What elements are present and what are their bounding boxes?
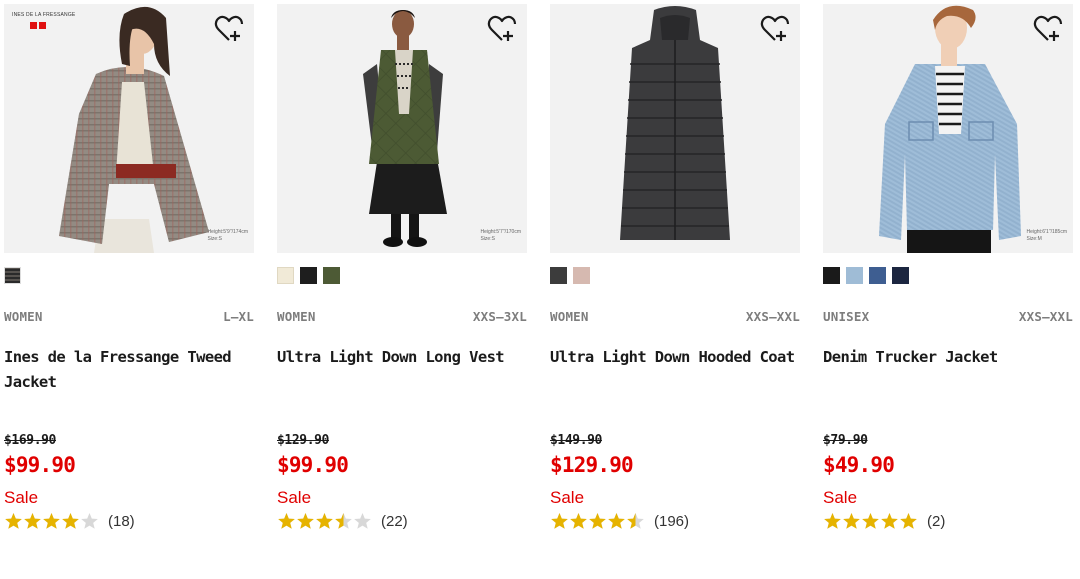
- star-rating: [277, 512, 372, 530]
- review-count: (18): [108, 512, 135, 530]
- product-category: WOMEN: [277, 309, 316, 324]
- product-card[interactable]: Height:5'7"/170cm Size:S WOMEN XXS–3XL U…: [277, 4, 527, 564]
- product-rating[interactable]: (22): [277, 512, 408, 530]
- color-swatch[interactable]: [846, 267, 863, 284]
- star-empty-icon: [81, 513, 98, 529]
- star-full-icon: [551, 513, 568, 529]
- star-rating: [823, 512, 918, 530]
- star-empty-icon: [354, 513, 371, 529]
- original-price: $79.90: [823, 433, 868, 448]
- original-price: $149.90: [550, 433, 602, 448]
- star-full-icon: [316, 513, 333, 529]
- star-full-icon: [608, 513, 625, 529]
- star-full-icon: [589, 513, 606, 529]
- star-full-icon: [278, 513, 295, 529]
- sale-price: $129.90: [550, 453, 634, 477]
- star-full-icon: [862, 513, 879, 529]
- product-category: WOMEN: [550, 309, 589, 324]
- product-name[interactable]: Ultra Light Down Hooded Coat: [550, 345, 800, 370]
- color-swatches: [550, 267, 590, 284]
- star-rating: [4, 512, 99, 530]
- color-swatch[interactable]: [4, 267, 21, 284]
- sale-label: Sale: [4, 488, 39, 507]
- review-count: (196): [654, 512, 690, 530]
- color-swatches: [277, 267, 340, 284]
- original-price: $169.90: [4, 433, 56, 448]
- product-sizes: XXS–XXL: [745, 309, 800, 324]
- heart-plus-icon[interactable]: [487, 14, 517, 44]
- product-name[interactable]: Ines de la Fressange Tweed Jacket: [4, 345, 254, 395]
- star-full-icon: [900, 513, 917, 529]
- star-full-icon: [570, 513, 587, 529]
- star-full-icon: [843, 513, 860, 529]
- product-category: UNISEX: [823, 309, 870, 324]
- review-count: (2): [927, 512, 946, 530]
- product-sizes: XXS–XXL: [1018, 309, 1073, 324]
- heart-plus-icon[interactable]: [1033, 14, 1063, 44]
- star-full-icon: [881, 513, 898, 529]
- color-swatch[interactable]: [869, 267, 886, 284]
- sale-label: Sale: [823, 488, 858, 507]
- product-meta: WOMEN XXS–3XL: [277, 309, 527, 324]
- product-meta: WOMEN XXS–XXL: [550, 309, 800, 324]
- color-swatches: [4, 267, 21, 284]
- star-full-icon: [5, 513, 22, 529]
- product-meta: WOMEN L–XL: [4, 309, 254, 324]
- product-category: WOMEN: [4, 309, 43, 324]
- product-card[interactable]: WOMEN XXS–XXL Ultra Light Down Hooded Co…: [550, 4, 800, 564]
- sale-label: Sale: [277, 488, 312, 507]
- product-meta: UNISEX XXS–XXL: [823, 309, 1073, 324]
- sale-price: $99.90: [4, 453, 76, 477]
- sale-label: Sale: [550, 488, 585, 507]
- product-rating[interactable]: (18): [4, 512, 135, 530]
- star-half-icon: [627, 513, 644, 529]
- product-grid: INES DE LA FRESSANGE Height:5'9"/174cm S…: [0, 0, 1080, 579]
- star-full-icon: [43, 513, 60, 529]
- sale-price: $99.90: [277, 453, 349, 477]
- model-size-note: Height:6'1"/185cm Size:M: [1026, 229, 1067, 242]
- product-name[interactable]: Ultra Light Down Long Vest: [277, 345, 527, 370]
- star-full-icon: [24, 513, 41, 529]
- color-swatches: [823, 267, 909, 284]
- product-sizes: XXS–3XL: [472, 309, 527, 324]
- product-rating[interactable]: (2): [823, 512, 945, 530]
- product-sizes: L–XL: [223, 309, 254, 324]
- product-name[interactable]: Denim Trucker Jacket: [823, 345, 1073, 370]
- heart-plus-icon[interactable]: [214, 14, 244, 44]
- product-card[interactable]: INES DE LA FRESSANGE Height:5'9"/174cm S…: [4, 4, 254, 564]
- color-swatch[interactable]: [823, 267, 840, 284]
- original-price: $129.90: [277, 433, 329, 448]
- model-size-note: Height:5'7"/170cm Size:S: [480, 229, 521, 242]
- color-swatch[interactable]: [300, 267, 317, 284]
- product-image[interactable]: Height:5'7"/170cm Size:S: [277, 4, 527, 253]
- product-image[interactable]: [550, 4, 800, 253]
- star-full-icon: [824, 513, 841, 529]
- star-rating: [550, 512, 645, 530]
- star-full-icon: [297, 513, 314, 529]
- model-size-note: Height:5'9"/174cm Size:S: [207, 229, 248, 242]
- color-swatch[interactable]: [550, 267, 567, 284]
- product-card[interactable]: Height:6'1"/185cm Size:M UNISEX XXS–XXL …: [823, 4, 1073, 564]
- color-swatch[interactable]: [892, 267, 909, 284]
- product-rating[interactable]: (196): [550, 512, 689, 530]
- color-swatch[interactable]: [573, 267, 590, 284]
- product-image[interactable]: INES DE LA FRESSANGE Height:5'9"/174cm S…: [4, 4, 254, 253]
- sale-price: $49.90: [823, 453, 895, 477]
- review-count: (22): [381, 512, 408, 530]
- color-swatch[interactable]: [277, 267, 294, 284]
- star-half-icon: [335, 513, 352, 529]
- brand-logo: INES DE LA FRESSANGE: [12, 12, 82, 38]
- color-swatch[interactable]: [323, 267, 340, 284]
- star-full-icon: [62, 513, 79, 529]
- product-image[interactable]: Height:6'1"/185cm Size:M: [823, 4, 1073, 253]
- heart-plus-icon[interactable]: [760, 14, 790, 44]
